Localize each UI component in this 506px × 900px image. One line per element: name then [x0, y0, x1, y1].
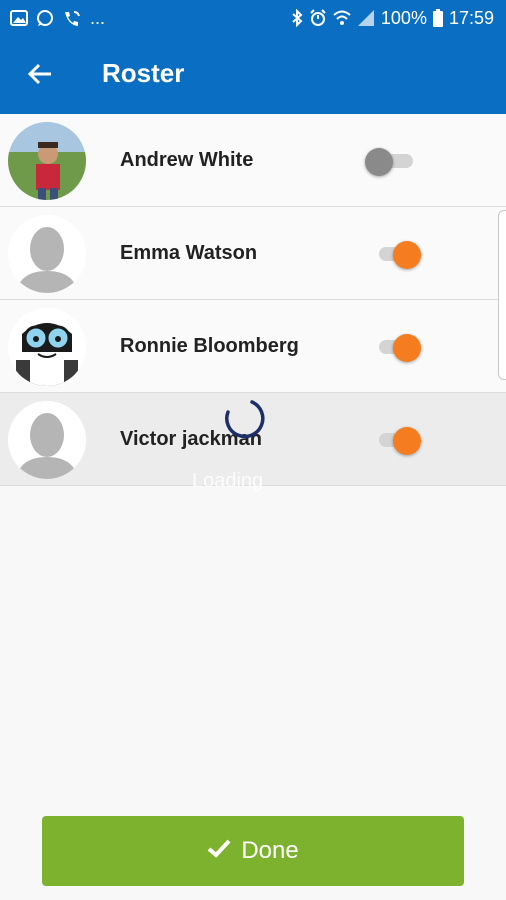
wifi-call-icon: [62, 9, 82, 27]
done-label: Done: [241, 837, 299, 864]
whatsapp-icon: [36, 9, 54, 27]
battery-percent: 100%: [380, 7, 427, 28]
alarm-icon: [309, 9, 327, 27]
player-name: Emma Watson: [120, 242, 258, 264]
attendance-toggle[interactable]: [365, 148, 425, 176]
avatar: [8, 215, 86, 293]
attendance-toggle[interactable]: [365, 427, 425, 455]
app-bar: Roster: [0, 36, 506, 114]
attendance-toggle[interactable]: [365, 241, 425, 269]
roster-row[interactable]: Andrew White: [0, 114, 506, 207]
player-name: Andrew White: [120, 149, 254, 171]
check-icon: [207, 837, 231, 865]
done-button[interactable]: Done: [42, 816, 464, 886]
bluetooth-icon: [291, 9, 303, 27]
image-icon: [10, 10, 28, 26]
attendance-toggle[interactable]: [365, 334, 425, 362]
status-more: ...: [90, 7, 106, 28]
back-button[interactable]: [20, 56, 60, 96]
loading-text: Loading: [192, 470, 264, 492]
roster-row[interactable]: Ronnie Bloomberg: [0, 300, 506, 393]
page-title: Roster: [102, 58, 185, 88]
clock: 17:59: [448, 7, 494, 28]
arrow-left-icon: [27, 62, 53, 91]
status-bar: ... 100% 17:59: [0, 0, 506, 36]
loading-indicator: Loading: [190, 396, 290, 496]
battery-icon: [432, 9, 443, 27]
avatar: [8, 122, 86, 200]
status-left: ...: [10, 8, 105, 28]
avatar: [8, 401, 86, 479]
avatar: [8, 308, 86, 386]
roster-row[interactable]: Emma Watson: [0, 207, 506, 300]
status-right: 100% 17:59: [291, 6, 494, 30]
player-name: Ronnie Bloomberg: [120, 335, 299, 357]
side-drawer-handle[interactable]: [498, 210, 506, 380]
spinner-icon: [225, 400, 265, 439]
wifi-icon: [333, 10, 351, 26]
signal-icon: [357, 9, 375, 27]
